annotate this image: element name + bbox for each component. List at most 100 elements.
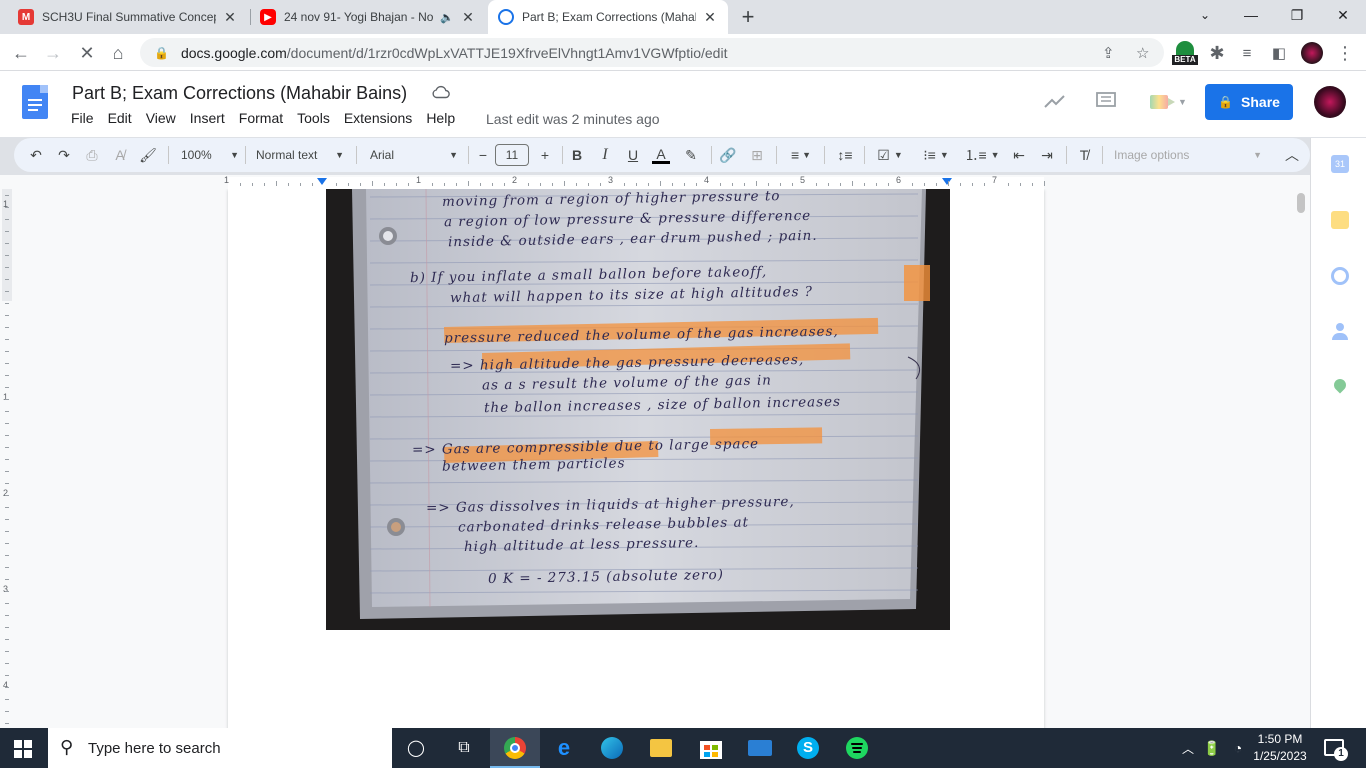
left-indent-marker[interactable]: [317, 178, 327, 185]
file-explorer-icon[interactable]: [650, 739, 672, 757]
numbered-list-icon[interactable]: ⒈≡ ▼: [964, 144, 1000, 166]
decrease-indent-icon[interactable]: ⇤: [1009, 144, 1029, 166]
add-comment-icon[interactable]: ⊞: [747, 144, 767, 166]
taskbar-clock[interactable]: 1:50 PM 1/25/2023: [1250, 731, 1310, 765]
browser-tab-1[interactable]: M SCH3U Final Summative Concept ✕: [8, 0, 248, 34]
image-options-button[interactable]: Image options ▼: [1114, 144, 1264, 166]
document-page[interactable]: moving from a region of higher pressure …: [228, 189, 1044, 728]
spellcheck-icon[interactable]: A̸: [110, 144, 130, 166]
vertical-ruler[interactable]: 1 1 2 3 4: [0, 189, 14, 728]
menu-file[interactable]: File: [71, 110, 94, 126]
docs-logo-icon[interactable]: [22, 85, 48, 119]
clear-formatting-icon[interactable]: T̸: [1074, 144, 1094, 166]
menu-tools[interactable]: Tools: [297, 110, 330, 126]
menu-format[interactable]: Format: [239, 110, 283, 126]
minimize-icon[interactable]: —: [1228, 0, 1274, 30]
spotify-icon[interactable]: [846, 737, 868, 759]
underline-icon[interactable]: U: [623, 144, 643, 166]
taskbar-search-input[interactable]: ⚲ Type here to search: [48, 728, 392, 768]
tab-search-icon[interactable]: ⌄: [1182, 0, 1228, 30]
bookmark-star-icon[interactable]: ☆: [1136, 44, 1149, 62]
mail-icon[interactable]: [748, 740, 772, 756]
reading-list-icon[interactable]: ≡: [1234, 40, 1260, 66]
menu-edit[interactable]: Edit: [108, 110, 132, 126]
microsoft-store-icon[interactable]: [700, 737, 722, 759]
document-canvas[interactable]: moving from a region of higher pressure …: [14, 189, 1310, 728]
bold-icon[interactable]: B: [567, 144, 587, 166]
comment-history-icon[interactable]: [1096, 92, 1116, 110]
notification-center-icon[interactable]: 1: [1324, 739, 1348, 761]
undo-icon[interactable]: ↶: [26, 144, 46, 166]
close-tab-icon[interactable]: ✕: [222, 9, 238, 26]
bulleted-list-icon[interactable]: ⁝≡ ▼: [918, 144, 954, 166]
new-tab-icon[interactable]: +: [735, 4, 761, 30]
increase-font-size-icon[interactable]: +: [536, 144, 554, 166]
extensions-puzzle-icon[interactable]: ✱: [1204, 40, 1230, 66]
side-panel-icon[interactable]: ◧: [1266, 40, 1292, 66]
redo-icon[interactable]: ↷: [54, 144, 74, 166]
meet-icon[interactable]: ▼: [1150, 93, 1188, 111]
cortana-icon[interactable]: ◯: [404, 737, 428, 759]
menu-insert[interactable]: Insert: [190, 110, 225, 126]
insert-link-icon[interactable]: 🔗: [718, 144, 738, 166]
font-size-input[interactable]: 11: [495, 144, 529, 166]
line-spacing-icon[interactable]: ↕≡: [834, 144, 856, 166]
font-family-select[interactable]: Arial ▼: [370, 144, 458, 166]
address-bar[interactable]: 🔒 docs.google.com/document/d/1rzr0cdWpLx…: [140, 38, 1164, 67]
skype-icon[interactable]: S: [797, 737, 819, 759]
chrome-taskbar-button[interactable]: [490, 728, 540, 768]
notebook-photo[interactable]: moving from a region of higher pressure …: [326, 189, 950, 630]
right-indent-marker[interactable]: [942, 178, 952, 185]
wifi-icon[interactable]: ◔: [1226, 737, 1250, 759]
last-edit-status[interactable]: Last edit was 2 minutes ago: [486, 111, 660, 127]
keep-icon[interactable]: [1331, 211, 1349, 229]
zoom-select[interactable]: 100% ▼: [181, 144, 239, 166]
horizontal-ruler[interactable]: 1 1 2 3 4 5 6 7: [0, 175, 1310, 189]
tasks-icon[interactable]: [1331, 267, 1349, 285]
tray-chevron-up-icon[interactable]: ︿: [1176, 737, 1200, 759]
increase-indent-icon[interactable]: ⇥: [1037, 144, 1057, 166]
internet-explorer-icon[interactable]: e: [552, 735, 576, 760]
extension-beta-icon[interactable]: BETA: [1172, 41, 1198, 65]
menu-view[interactable]: View: [146, 110, 176, 126]
share-button[interactable]: 🔒 Share: [1205, 84, 1293, 120]
menu-extensions[interactable]: Extensions: [344, 110, 412, 126]
activity-dashboard-icon[interactable]: [1044, 93, 1066, 109]
stop-loading-icon[interactable]: ✕: [74, 40, 100, 66]
task-view-icon[interactable]: ⧉: [452, 737, 476, 759]
decrease-font-size-icon[interactable]: −: [474, 144, 492, 166]
speaker-icon[interactable]: 🔈: [440, 11, 454, 24]
battery-icon[interactable]: 🔋: [1200, 737, 1224, 759]
italic-icon[interactable]: I: [595, 144, 615, 166]
menu-help[interactable]: Help: [426, 110, 455, 126]
browser-tab-2[interactable]: ▶ 24 nov 91- Yogi Bhajan - No 🔈 ✕: [250, 0, 486, 34]
paint-format-icon[interactable]: 🖌: [138, 144, 158, 166]
restore-icon[interactable]: ❐: [1274, 0, 1320, 30]
forward-icon[interactable]: →: [40, 40, 66, 66]
close-tab-icon[interactable]: ✕: [702, 9, 718, 26]
browser-tab-3-active[interactable]: Part B; Exam Corrections (Mahabir ✕: [488, 0, 728, 34]
lock-icon[interactable]: 🔒: [154, 46, 169, 60]
close-window-icon[interactable]: ✕: [1320, 0, 1366, 30]
text-color-icon[interactable]: A: [651, 144, 671, 166]
contacts-icon[interactable]: [1331, 323, 1349, 341]
home-icon[interactable]: ⌂: [105, 40, 131, 66]
document-title[interactable]: Part B; Exam Corrections (Mahabir Bains): [72, 83, 407, 104]
profile-avatar[interactable]: [1301, 42, 1323, 64]
highlight-color-icon[interactable]: ✎: [681, 144, 701, 166]
maps-icon[interactable]: [1331, 376, 1349, 397]
edge-icon[interactable]: [601, 737, 623, 759]
paragraph-style-select[interactable]: Normal text ▼: [256, 144, 344, 166]
cloud-saved-icon[interactable]: [432, 85, 450, 99]
windows-start-icon[interactable]: [14, 740, 32, 758]
print-icon[interactable]: ⎙: [82, 144, 102, 166]
close-tab-icon[interactable]: ✕: [460, 9, 476, 26]
back-icon[interactable]: ←: [8, 40, 34, 66]
share-page-icon[interactable]: ⇪: [1102, 44, 1115, 62]
calendar-icon[interactable]: 31: [1331, 155, 1349, 173]
vertical-scrollbar-thumb[interactable]: [1297, 193, 1305, 213]
browser-menu-icon[interactable]: ⋮: [1332, 40, 1358, 66]
account-avatar[interactable]: [1314, 86, 1346, 118]
align-icon[interactable]: ≡ ▼: [786, 144, 816, 166]
collapse-toolbar-icon[interactable]: ︿: [1282, 144, 1302, 166]
